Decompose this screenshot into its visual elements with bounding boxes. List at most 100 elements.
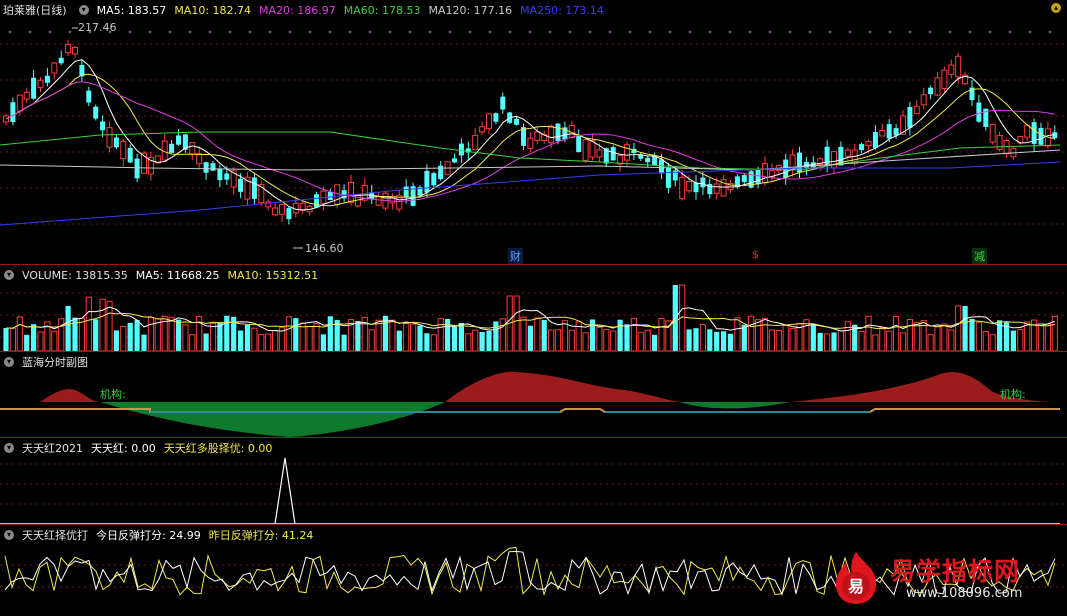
- candle: [638, 152, 644, 162]
- volume-bar: [975, 321, 982, 352]
- volume-bar: [775, 330, 782, 352]
- candle: [576, 129, 582, 153]
- volume-bar: [306, 325, 313, 352]
- volume-bar: [472, 329, 479, 352]
- candle: [258, 180, 265, 207]
- volume-bar: [872, 334, 879, 352]
- volume-ma10: MA10: 15312.51: [227, 268, 319, 282]
- candle: [127, 144, 133, 164]
- volume-bar: [16, 316, 23, 352]
- volume-bar: [182, 324, 189, 352]
- candle: [51, 61, 58, 80]
- candle: [438, 161, 444, 181]
- volume-bar: [320, 334, 326, 351]
- volume-bar: [258, 334, 265, 352]
- tth-pane[interactable]: ▾ 天天红2021 天天红: 0.00 天天红多股择优: 0.00: [0, 438, 1067, 524]
- volume-bar: [927, 334, 934, 352]
- candle: [762, 156, 768, 187]
- collapse-icon[interactable]: ▾: [4, 443, 14, 453]
- candle: [452, 153, 457, 164]
- volume-bar: [934, 326, 941, 352]
- volume-bar: [893, 315, 900, 352]
- lanhai-pane[interactable]: ▾ 蓝海分时副图 机构: 机构:: [0, 352, 1067, 437]
- volume-bar: [424, 333, 430, 351]
- candle: [196, 146, 203, 170]
- candle: [314, 191, 319, 208]
- volume-header: ▾ VOLUME: 13815.35 MA5: 11668.25 MA10: 1…: [0, 267, 326, 283]
- marker-dividend[interactable]: $: [750, 248, 761, 261]
- candle: [100, 115, 106, 138]
- price-pane[interactable]: 珀莱雅(日线) ▾ MA5: 183.57 MA10: 182.74 MA20:…: [0, 0, 1067, 265]
- candle: [244, 172, 251, 206]
- volume-bar: [389, 319, 396, 352]
- volume-bar: [962, 306, 968, 351]
- volume-bar: [761, 317, 769, 352]
- volume-bar: [58, 318, 65, 352]
- candle: [996, 131, 1003, 152]
- candle: [230, 167, 237, 195]
- volume-ma5: MA5: 11668.25: [135, 268, 220, 282]
- volume-bar: [782, 325, 789, 352]
- collapse-icon[interactable]: ▾: [4, 530, 14, 540]
- volume-bar: [251, 327, 258, 352]
- marker-finance[interactable]: 财: [508, 248, 523, 264]
- candle: [789, 149, 796, 177]
- volume-pane[interactable]: ▾ VOLUME: 13815.35 MA5: 11668.25 MA10: 1…: [0, 265, 1067, 352]
- volume-bar: [24, 334, 30, 351]
- price-chart[interactable]: [0, 0, 1067, 265]
- volume-bar: [437, 318, 444, 352]
- lanhai-chart[interactable]: [0, 352, 1067, 437]
- candle: [521, 123, 526, 150]
- volume-bar: [65, 305, 71, 351]
- candle: [65, 39, 72, 56]
- volume-bar: [693, 328, 699, 351]
- volume-bar: [51, 330, 58, 352]
- collapse-icon[interactable]: ▾: [4, 357, 14, 367]
- volume-bar: [465, 333, 472, 352]
- low-price-label: 146.60: [305, 242, 344, 255]
- collapse-icon[interactable]: ▾: [4, 270, 14, 280]
- signal-spike: [274, 457, 296, 524]
- candle: [962, 71, 969, 86]
- volume-bar: [879, 327, 886, 352]
- candle: [299, 200, 306, 214]
- volume-bar: [1010, 330, 1016, 351]
- volume-bar: [603, 329, 610, 352]
- ma10-value: MA10: 182.74: [174, 3, 252, 17]
- volume-bar: [1044, 323, 1052, 352]
- candle: [1031, 118, 1037, 152]
- candle: [493, 112, 499, 125]
- volume-bar: [637, 331, 644, 352]
- volume-bar: [99, 298, 106, 352]
- candle: [920, 87, 927, 110]
- candle: [217, 165, 223, 188]
- volume-bar: [479, 331, 485, 351]
- volume-bar: [652, 334, 658, 351]
- candle: [410, 182, 416, 207]
- volume-bar: [886, 330, 893, 352]
- candle: [928, 85, 934, 100]
- volume-bar: [499, 318, 506, 352]
- candle: [969, 80, 975, 106]
- candle: [831, 150, 837, 174]
- candle: [265, 199, 272, 211]
- candle: [306, 205, 313, 216]
- candle: [582, 137, 589, 163]
- collapse-icon[interactable]: ▾: [78, 5, 89, 15]
- volume-bar: [37, 331, 44, 352]
- candle: [58, 50, 64, 66]
- svg-text:易: 易: [848, 577, 864, 596]
- volume-bar: [768, 329, 775, 352]
- candle: [907, 101, 913, 136]
- volume-bar: [534, 317, 541, 352]
- volume-bar: [85, 296, 92, 352]
- candle: [631, 142, 637, 161]
- candle: [872, 125, 878, 150]
- candle: [161, 134, 168, 162]
- candle: [93, 104, 99, 121]
- marker-reduce[interactable]: 减: [972, 248, 987, 264]
- volume-bar: [831, 332, 837, 351]
- price-pane-header: 珀莱雅(日线) ▾ MA5: 183.57 MA10: 182.74 MA20:…: [0, 2, 612, 18]
- volume-bar: [417, 325, 423, 351]
- settings-icon[interactable]: ▴: [1051, 3, 1061, 13]
